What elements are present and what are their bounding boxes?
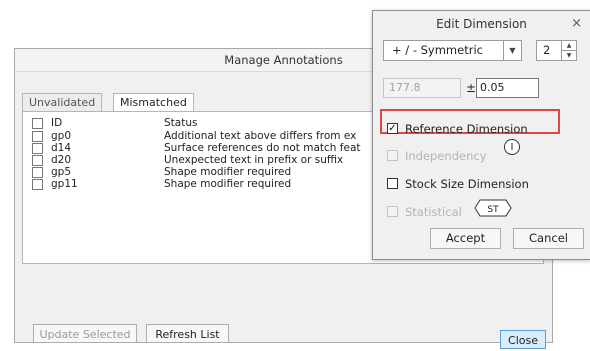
- tolerance-value-input[interactable]: 0.05: [476, 78, 539, 98]
- edit-dimension-title: Edit Dimension: [436, 17, 527, 31]
- tolerance-mode-value: + / - Symmetric: [392, 43, 483, 57]
- accept-button[interactable]: Accept: [430, 228, 501, 249]
- dropdown-arrow-icon[interactable]: ▼: [503, 41, 521, 60]
- row-status: Shape modifier required: [164, 178, 292, 190]
- statistical-checkbox: [387, 206, 398, 217]
- stock-size-label: Stock Size Dimension: [405, 177, 529, 191]
- independency-icon: I: [504, 139, 520, 155]
- statistical-icon-text: ST: [487, 205, 499, 215]
- refresh-list-button[interactable]: Refresh List: [146, 324, 229, 343]
- cancel-button[interactable]: Cancel: [513, 228, 584, 249]
- row-id: d14: [51, 142, 72, 154]
- row-id: gp0: [51, 130, 72, 142]
- stepper-down-icon[interactable]: ▼: [561, 51, 576, 60]
- decimal-places-stepper[interactable]: 2 ▲ ▼: [536, 40, 577, 61]
- statistical-icon: ST: [474, 199, 512, 217]
- row-id: gp11: [51, 178, 78, 190]
- row-id: gp5: [51, 166, 72, 178]
- row-checkbox[interactable]: [32, 179, 43, 190]
- close-icon[interactable]: ×: [571, 16, 582, 31]
- close-button[interactable]: Close: [500, 330, 546, 349]
- stock-size-checkbox[interactable]: [387, 178, 398, 189]
- nominal-value-field: 177.8: [383, 78, 461, 98]
- update-selected-button[interactable]: Update Selected: [33, 324, 137, 343]
- reference-dimension-label: Reference Dimension: [405, 122, 528, 136]
- tolerance-mode-select[interactable]: + / - Symmetric ▼: [383, 40, 522, 61]
- row-status: Surface references do not match feat: [164, 142, 361, 154]
- column-header-status[interactable]: Status: [164, 117, 197, 129]
- tab-unvalidated[interactable]: Unvalidated: [22, 93, 103, 111]
- independency-checkbox: [387, 150, 398, 161]
- plus-minus-label: ±: [466, 81, 477, 95]
- decimal-places-value: 2: [543, 43, 551, 57]
- row-checkbox[interactable]: [32, 155, 43, 166]
- row-checkbox[interactable]: [32, 131, 43, 142]
- row-status: Shape modifier required: [164, 166, 292, 178]
- select-all-checkbox[interactable]: [32, 118, 43, 129]
- edit-dimension-dialog: Edit Dimension × + / - Symmetric ▼ 2 ▲ ▼…: [372, 10, 590, 260]
- statistical-label: Statistical: [405, 205, 462, 219]
- row-status: Unexpected text in prefix or suffix: [164, 154, 344, 166]
- tab-mismatched[interactable]: Mismatched: [113, 93, 194, 112]
- row-checkbox[interactable]: [32, 167, 43, 178]
- row-checkbox[interactable]: [32, 143, 43, 154]
- row-status: Additional text above differs from ex: [164, 130, 357, 142]
- independency-label: Independency: [405, 149, 487, 163]
- stepper-up-icon[interactable]: ▲: [561, 41, 576, 51]
- row-id: d20: [51, 154, 72, 166]
- reference-dimension-checkbox[interactable]: ✓: [387, 123, 398, 134]
- column-header-id[interactable]: ID: [51, 117, 62, 129]
